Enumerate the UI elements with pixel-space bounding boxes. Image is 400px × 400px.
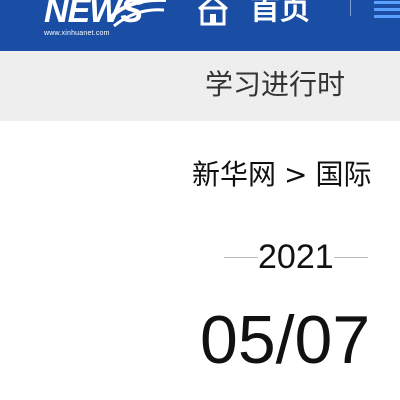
home-nav-button[interactable]: 首页 <box>196 0 310 30</box>
breadcrumb-section-link[interactable]: 国际 <box>315 158 371 191</box>
date-month-day: 05/07 <box>200 302 371 378</box>
header-divider <box>350 0 351 16</box>
home-label: 首页 <box>250 0 310 27</box>
section-bar: 学习进行时 <box>0 51 400 121</box>
breadcrumb: 新华网 > 国际 <box>192 155 372 195</box>
logo-site-url: www.xinhuanet.com <box>44 30 110 37</box>
menu-icon <box>374 0 400 18</box>
xinhuanet-logo[interactable]: NEWS www.xinhuanet.com <box>44 0 166 46</box>
date-year: 2021 <box>258 238 334 276</box>
top-header: NEWS www.xinhuanet.com 首页 <box>0 0 400 51</box>
menu-button[interactable] <box>374 0 400 24</box>
date-year-row: 2021 <box>224 235 368 279</box>
breadcrumb-separator: > <box>284 158 308 191</box>
year-left-rule <box>224 256 258 258</box>
logo-swoosh-icon <box>110 0 166 28</box>
year-right-rule <box>333 256 368 258</box>
section-title[interactable]: 学习进行时 <box>205 65 345 105</box>
home-icon <box>198 0 228 26</box>
breadcrumb-home-link[interactable]: 新华网 <box>192 158 276 191</box>
